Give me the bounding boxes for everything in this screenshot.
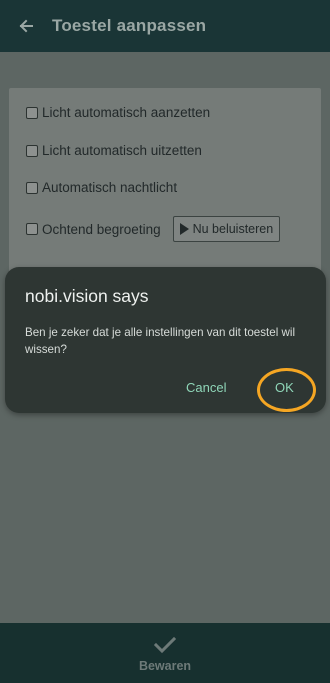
setting-auto-on[interactable]: Licht automatisch aanzetten: [26, 105, 210, 120]
auto-on-label: Licht automatisch aanzetten: [42, 105, 211, 120]
cancel-button[interactable]: Cancel: [186, 380, 226, 395]
dialog-message: Ben je zeker dat je alle instellingen va…: [25, 326, 296, 356]
morning-greeting-label: Ochtend begroeting: [42, 221, 161, 237]
save-button-label: Bewaren: [138, 659, 192, 673]
app-bar: Toestel aanpassen: [0, 0, 330, 52]
play-icon: [179, 223, 189, 235]
night-light-checkbox[interactable]: [26, 181, 38, 194]
listen-now-label: Nu beluisteren: [192, 222, 274, 236]
page-title: Toestel aanpassen: [52, 16, 207, 35]
auto-off-label: Licht automatisch uitzetten: [42, 143, 202, 158]
back-arrow-icon[interactable]: [0, 3, 52, 49]
auto-on-checkbox[interactable]: [26, 106, 38, 119]
setting-night-light[interactable]: Automatisch nachtlicht: [26, 180, 177, 195]
confirm-dialog: nobi.vision says Ben je zeker dat je all…: [5, 267, 326, 413]
ok-highlight-ring: [257, 368, 316, 412]
night-light-label: Automatisch nachtlicht: [42, 180, 178, 195]
dialog-title: nobi.vision says: [25, 286, 149, 306]
auto-off-checkbox[interactable]: [26, 144, 38, 157]
checkmark-icon: [154, 636, 176, 654]
listen-now-button[interactable]: Nu beluisteren: [172, 216, 281, 242]
save-bar[interactable]: Bewaren: [0, 623, 330, 683]
morning-greeting-checkbox[interactable]: [26, 223, 38, 235]
setting-auto-off[interactable]: Licht automatisch uitzetten: [26, 143, 202, 158]
setting-morning-greeting[interactable]: Ochtend begroeting Nu beluisteren: [26, 216, 281, 242]
